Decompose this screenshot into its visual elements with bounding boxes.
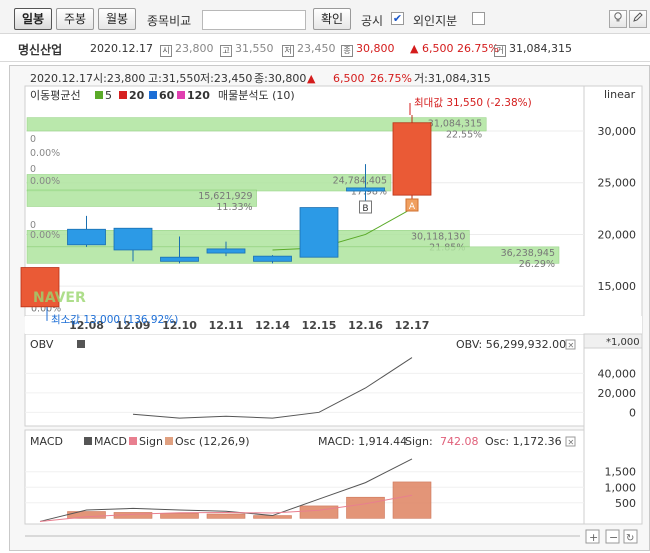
osc-value-label: Osc: 1,172.36 bbox=[485, 435, 562, 448]
zoom-out-glyph: − bbox=[609, 531, 618, 544]
candle-body bbox=[253, 255, 292, 262]
ma5-label: 5 bbox=[105, 89, 112, 102]
volume-profile-volume: 30,118,130 bbox=[411, 231, 465, 242]
header-volume: 거:31,084,315 bbox=[414, 72, 491, 85]
x-tick-label: 12.14 bbox=[255, 319, 290, 332]
price-ytick-label: 15,000 bbox=[598, 280, 637, 293]
candle-body bbox=[206, 248, 246, 254]
ma120-label: 120 bbox=[187, 89, 210, 102]
price-ytick-label: 25,000 bbox=[598, 177, 637, 190]
volume-profile-volume: 24,784,405 bbox=[333, 175, 387, 186]
ma60-swatch bbox=[149, 91, 157, 99]
candle-body bbox=[113, 227, 153, 251]
x-tick-label: 12.16 bbox=[348, 319, 383, 332]
obv-multiplier: *1,000 bbox=[606, 337, 640, 348]
obv-ytick-label: 40,000 bbox=[598, 367, 637, 380]
volume-profile-pct: 26.29% bbox=[519, 259, 555, 270]
osc-legend: Osc (12,26,9) bbox=[175, 435, 250, 448]
header-low: 저:23,450 bbox=[200, 72, 252, 85]
candle-body bbox=[67, 228, 106, 246]
obv-ytick-label: 0 bbox=[629, 406, 636, 419]
volume-profile-volume: 15,621,929 bbox=[198, 191, 252, 202]
profile-zero-label: 0.00% bbox=[30, 176, 60, 187]
macd-title: MACD bbox=[30, 435, 63, 448]
ma60-label: 60 bbox=[159, 89, 175, 102]
price-ytick-label: 30,000 bbox=[598, 125, 637, 138]
macd-swatch bbox=[84, 437, 92, 445]
obv-value-label: OBV: 56,299,932.00 bbox=[456, 338, 566, 351]
volume-profile-pct: 22.55% bbox=[446, 130, 482, 141]
min-value-label: 최소값 13,000 (136.92%) bbox=[51, 314, 178, 326]
header-date: 2020.12.17 bbox=[30, 72, 93, 85]
scale-label: linear bbox=[604, 88, 636, 101]
ma-label: 이동평균선 bbox=[30, 89, 81, 102]
volume-profile-label: 매물분석도 (10) bbox=[218, 89, 295, 102]
obv-ytick-label: 20,000 bbox=[598, 387, 637, 400]
obv-title: OBV bbox=[30, 338, 54, 351]
macd-close-glyph: ✕ bbox=[568, 438, 575, 447]
sign-value-caption: Sign: bbox=[405, 435, 433, 448]
macd-ytick-label: 1,500 bbox=[605, 466, 637, 479]
header-change: 6,500 bbox=[333, 72, 365, 85]
osc-bar bbox=[299, 505, 339, 519]
candle-body bbox=[392, 122, 432, 196]
header-close: 종:30,800 bbox=[254, 72, 306, 85]
refresh-icon: ↻ bbox=[626, 533, 634, 544]
macd-ytick-label: 1,000 bbox=[605, 481, 637, 494]
zoom-in-glyph: + bbox=[589, 531, 598, 544]
sign-swatch bbox=[129, 437, 137, 445]
event-marker-b-label: B bbox=[362, 204, 368, 214]
sign-legend: Sign bbox=[139, 435, 163, 448]
sign-value-label: 742.08 bbox=[440, 435, 479, 448]
profile-zero-label: 0 bbox=[30, 164, 36, 175]
naver-watermark: NAVER bbox=[33, 290, 86, 306]
y-axis-panel bbox=[583, 85, 643, 525]
candle-body bbox=[160, 256, 199, 262]
x-tick-label: 12.11 bbox=[209, 319, 244, 332]
volume-profile-pct: 11.33% bbox=[216, 202, 252, 213]
price-ytick-label: 20,000 bbox=[598, 228, 637, 241]
volume-profile-volume: 31,084,315 bbox=[428, 119, 482, 130]
osc-bar bbox=[392, 481, 432, 519]
obv-swatch bbox=[77, 340, 85, 348]
ma20-swatch bbox=[119, 91, 127, 99]
header-high: 고:31,550 bbox=[148, 72, 200, 85]
candle-body bbox=[346, 187, 385, 192]
chart-canvas: 2020.12.17 시:23,800 고:31,550 저:23,450 종:… bbox=[20, 72, 643, 544]
x-tick-label: 12.17 bbox=[395, 319, 430, 332]
stock-chart-app: 일봉 주봉 월봉 종목비교 확인 공시 ✔ 외인지분 명신산업 2020.12.… bbox=[0, 0, 650, 553]
ma20-label: 20 bbox=[129, 89, 145, 102]
header-open: 시:23,800 bbox=[93, 72, 145, 85]
profile-zero-label: 0 bbox=[30, 134, 36, 145]
volume-profile-volume: 36,238,945 bbox=[501, 248, 555, 259]
osc-swatch bbox=[165, 437, 173, 445]
osc-bar bbox=[160, 513, 199, 519]
osc-bar bbox=[67, 511, 106, 519]
header-pct: 26.75% bbox=[370, 72, 412, 85]
candle-body bbox=[299, 207, 339, 258]
profile-zero-label: 0.00% bbox=[30, 148, 60, 159]
ma120-swatch bbox=[177, 91, 185, 99]
obv-close-glyph: ✕ bbox=[568, 341, 575, 350]
header-arrow: ▲ bbox=[307, 72, 316, 85]
macd-ytick-label: 500 bbox=[615, 497, 636, 510]
ma5-swatch bbox=[95, 91, 103, 99]
osc-bar bbox=[206, 513, 246, 519]
profile-zero-label: 0.00% bbox=[30, 230, 60, 241]
event-marker-a-label: A bbox=[409, 202, 416, 212]
max-value-label: 최대값 31,550 (-2.38%) bbox=[414, 97, 532, 109]
x-tick-label: 12.15 bbox=[302, 319, 337, 332]
osc-bar bbox=[346, 496, 385, 519]
macd-value-label: MACD: 1,914.44 bbox=[318, 435, 407, 448]
macd-legend: MACD bbox=[94, 435, 127, 448]
